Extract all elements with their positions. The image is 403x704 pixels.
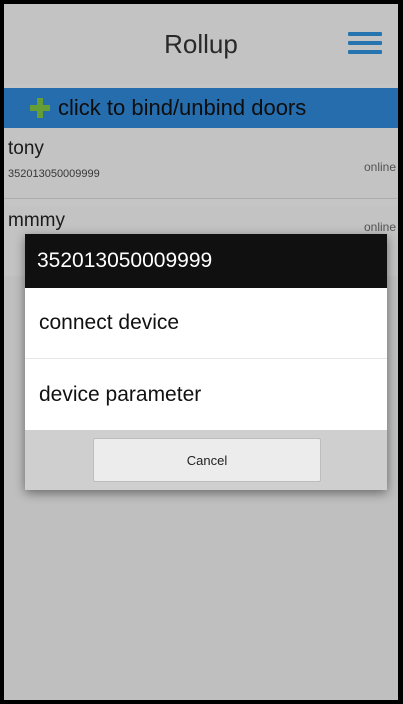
cancel-button[interactable]: Cancel [93,438,321,482]
dialog-footer: Cancel [25,430,387,490]
connect-device-label: connect device [39,311,180,334]
dialog-title: 352013050009999 [37,249,213,272]
device-parameter-label: device parameter [39,382,202,406]
phone-screen: Rollup click to bind/unbind doors tony 3… [4,4,398,700]
dialog-title-bar: 352013050009999 [25,234,387,288]
connect-device-option[interactable]: connect device [25,288,387,358]
device-options-dialog: 352013050009999 connect device device pa… [25,234,387,490]
device-parameter-option[interactable]: device parameter [25,359,387,430]
